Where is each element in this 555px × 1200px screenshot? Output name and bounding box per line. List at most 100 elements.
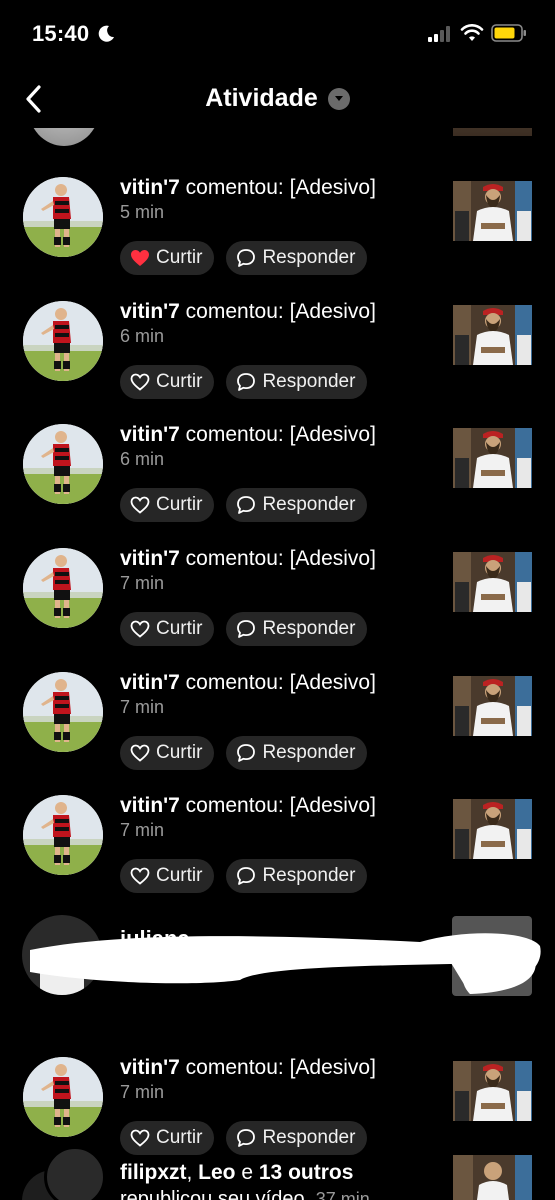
like-button[interactable]: Curtir — [120, 612, 215, 646]
like-button[interactable]: Curtir — [120, 488, 215, 522]
chevron-down-icon — [327, 87, 350, 110]
like-label: Curtir — [156, 618, 203, 639]
reply-label: Responder — [262, 247, 356, 268]
comment-bubble-icon — [237, 373, 256, 391]
reply-button[interactable]: Responder — [226, 488, 368, 522]
user-name[interactable]: vitin'7 — [120, 1056, 180, 1079]
video-thumbnail[interactable] — [453, 428, 532, 488]
reply-button[interactable]: Responder — [226, 365, 368, 399]
list-item-action: comentou: [Adesivo] — [179, 176, 376, 199]
user-name[interactable]: vitin'7 — [120, 176, 180, 199]
list-item-actions: Curtir Responder — [120, 488, 368, 522]
redaction-scribble — [30, 933, 541, 994]
video-thumbnail[interactable] — [453, 128, 532, 136]
list-item[interactable]: vitin'7 comentou: [Adesivo] 7 min Curtir… — [0, 663, 555, 787]
signal-icon — [428, 26, 450, 42]
list-item-actions: Curtir Responder — [120, 241, 368, 275]
list-item-time: 6 min — [120, 326, 165, 346]
list-item-text: vitin'7 comentou: [Adesivo] — [120, 546, 376, 572]
user-name: Leo — [198, 1161, 236, 1184]
list-item-text: filipxzt, Leo e 13 outros — [120, 1161, 354, 1184]
activity-filter-dropdown[interactable]: Atividade — [205, 84, 350, 113]
user-name[interactable]: vitin'7 — [120, 423, 180, 446]
comment-bubble-icon — [237, 620, 256, 638]
list-item-time: 7 min — [120, 820, 165, 840]
moon-icon — [98, 25, 114, 42]
user-name[interactable]: vitin'7 — [120, 300, 180, 323]
like-label: Curtir — [156, 247, 203, 268]
wifi-icon — [460, 24, 484, 41]
list-item-text: vitin'7 comentou: [Adesivo] — [120, 793, 376, 819]
heart-icon — [130, 496, 150, 514]
user-name[interactable]: vitin'7 — [120, 547, 180, 570]
like-label: Curtir — [156, 865, 203, 886]
list-item[interactable]: vitin'7 comentou: [Adesivo] 6 min Curtir… — [0, 415, 555, 539]
reply-button[interactable]: Responder — [226, 736, 368, 770]
reply-label: Responder — [262, 371, 356, 392]
reply-label: Responder — [262, 494, 356, 515]
comment-bubble-icon — [237, 496, 256, 514]
list-item[interactable]: vitin'7 comentou: [Adesivo] 5 min Curtir… — [0, 168, 555, 292]
like-button[interactable]: Curtir — [120, 241, 215, 275]
battery-icon — [491, 24, 526, 42]
list-item-action: comentou: [Adesivo] — [179, 1056, 376, 1079]
list-item-action: comentou: [Adesivo] — [179, 547, 376, 570]
list-item-text: vitin'7 comentou: [Adesivo] — [120, 175, 376, 201]
others-count: 13 outros — [258, 1161, 354, 1184]
avatar[interactable] — [23, 424, 103, 504]
status-time: 15:40 — [32, 21, 90, 46]
censored-list-item[interactable]: juliana — [0, 888, 555, 1012]
list-item-text: vitin'7 comentou: [Adesivo] — [120, 299, 376, 325]
video-thumbnail[interactable] — [453, 305, 532, 365]
avatar[interactable] — [23, 672, 103, 752]
reply-button[interactable]: Responder — [226, 241, 368, 275]
like-label: Curtir — [156, 742, 203, 763]
list-item-time: 5 min — [120, 202, 165, 222]
avatar[interactable] — [23, 177, 103, 257]
video-thumbnail[interactable] — [453, 1155, 532, 1200]
like-label: Curtir — [156, 371, 203, 392]
list-item-actions: Curtir Responder — [120, 736, 368, 770]
reply-label: Responder — [262, 618, 356, 639]
page-title: Atividade — [205, 84, 318, 112]
video-thumbnail[interactable] — [453, 799, 532, 859]
avatar[interactable] — [23, 301, 103, 381]
heart-icon — [130, 620, 150, 638]
activity-list[interactable]: vitin'7 comentou: [Adesivo] 5 min Curtir… — [0, 128, 555, 1200]
avatar[interactable] — [23, 1057, 103, 1137]
user-name[interactable]: vitin'7 — [120, 794, 180, 817]
like-button[interactable]: Curtir — [120, 365, 215, 399]
list-item[interactable]: vitin'7 comentou: [Adesivo] 7 min Curtir… — [0, 539, 555, 663]
reply-label: Responder — [262, 865, 356, 886]
video-thumbnail[interactable] — [453, 181, 532, 241]
list-item-time: 7 min — [120, 573, 165, 593]
list-item-action: comentou: [Adesivo] — [179, 671, 376, 694]
list-item-time: 6 min — [120, 449, 165, 469]
comment-bubble-icon — [237, 867, 256, 885]
comment-bubble-icon — [237, 744, 256, 762]
list-item-time: 37 min — [315, 1189, 370, 1200]
avatar[interactable] — [23, 548, 103, 628]
avatar — [44, 1146, 106, 1200]
list-item[interactable]: vitin'7 comentou: [Adesivo] 6 min Curtir… — [0, 292, 555, 416]
list-item-text: vitin'7 comentou: [Adesivo] — [120, 1055, 376, 1081]
video-thumbnail[interactable] — [453, 1061, 532, 1121]
like-label: Curtir — [156, 494, 203, 515]
like-button[interactable]: Curtir — [120, 736, 215, 770]
partial-list-item — [0, 128, 555, 150]
reply-button[interactable]: Responder — [226, 612, 368, 646]
reply-label: Responder — [262, 742, 356, 763]
video-thumbnail[interactable] — [453, 552, 532, 612]
list-item-time: 7 min — [120, 697, 165, 717]
list-item-text: vitin'7 comentou: [Adesivo] — [120, 670, 376, 696]
header: Atividade — [0, 70, 555, 128]
heart-filled-icon — [131, 250, 149, 266]
avatar — [28, 128, 100, 146]
video-thumbnail[interactable] — [453, 676, 532, 736]
list-item-action: comentou: [Adesivo] — [179, 423, 376, 446]
status-bar: 15:40 — [0, 0, 555, 70]
avatar[interactable] — [23, 795, 103, 875]
list-item-action: comentou: [Adesivo] — [179, 300, 376, 323]
list-item-reposts[interactable]: filipxzt, Leo e 13 outros republicou seu… — [0, 1138, 555, 1200]
user-name[interactable]: vitin'7 — [120, 671, 180, 694]
